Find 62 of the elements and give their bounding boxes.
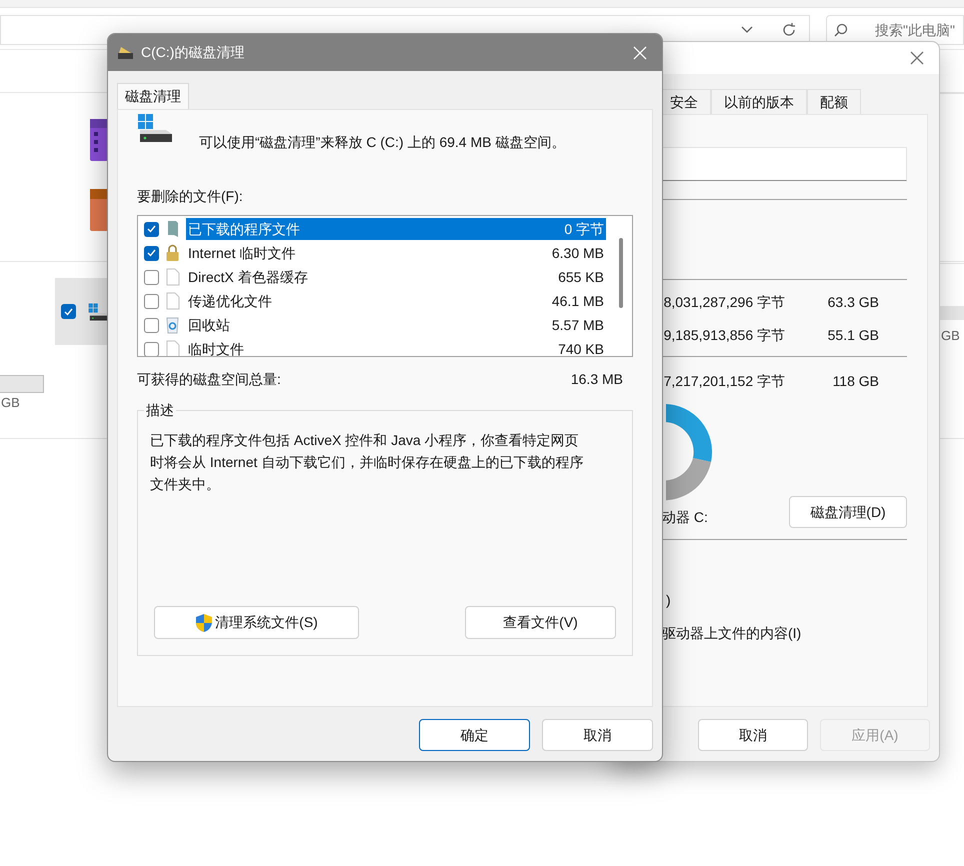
check-icon [147, 225, 156, 233]
size-value: 55.1 GB [826, 326, 879, 345]
video-folder-icon [88, 119, 108, 161]
intro-text: 可以使用“磁盘清理”来释放 C (C:) 上的 69.4 MB 磁盘空间。 [199, 133, 566, 152]
checkbox[interactable] [144, 270, 159, 284]
file-icon [166, 340, 180, 356]
refresh-icon[interactable] [781, 22, 797, 38]
checkbox[interactable] [144, 222, 159, 236]
music-folder-icon [88, 189, 108, 231]
file-list-item[interactable]: 临时文件 740 KB [186, 338, 606, 356]
search-icon [834, 22, 848, 36]
padlock-icon [165, 244, 180, 262]
capacity-bar [0, 375, 44, 393]
byte-count: 9,185,913,856 字节 [662, 326, 785, 345]
check-icon [147, 249, 156, 257]
file-list-item[interactable]: 传递优化文件 46.1 MB [186, 290, 606, 312]
option-label: ) [666, 591, 671, 610]
shield-icon [195, 612, 214, 632]
capacity-bar [940, 306, 964, 320]
checkbox[interactable] [144, 318, 159, 332]
file-list-item[interactable]: DirectX 着色器缓存 655 KB [186, 266, 606, 288]
total-label: 可获得的磁盘空间总量: [137, 370, 281, 389]
disk-broom-icon [117, 46, 135, 60]
checkbox[interactable] [144, 342, 159, 356]
drive-label: 动器 C: [662, 508, 708, 527]
file-icon [166, 292, 180, 310]
dialog-button[interactable]: 取消 [698, 719, 808, 751]
tab[interactable]: 磁盘清理 [117, 83, 189, 109]
size-value: 63.3 GB [826, 293, 879, 312]
scrollbar-thumb[interactable] [619, 238, 623, 308]
drive-size: GB [1, 395, 20, 411]
tab[interactable]: 配额 [807, 89, 861, 114]
file-list-item[interactable]: Internet 临时文件 6.30 MB [186, 242, 606, 264]
check-icon [64, 308, 73, 316]
checkbox[interactable] [61, 304, 76, 319]
drive-icon [137, 113, 173, 143]
recycle-bin-icon [165, 316, 180, 334]
close-icon[interactable] [910, 51, 924, 65]
byte-count: 7,217,201,152 字节 [662, 372, 785, 391]
chevron-down-icon[interactable] [741, 26, 753, 34]
window-title: C(C:)的磁盘清理 [141, 43, 246, 62]
drive-size: GB [941, 327, 960, 345]
action-button[interactable]: 查看文件(V) [465, 606, 616, 639]
checkbox[interactable] [144, 246, 159, 260]
action-button[interactable]: 清理系统文件(S) [154, 606, 359, 639]
file-icon [166, 268, 180, 286]
disk-cleanup-button[interactable]: 磁盘清理(D) [789, 496, 907, 528]
file-list[interactable]: 已下载的程序文件 0 字节 Internet 临时文件 6.30 MB DirectX 着色器缓存 655 KB 传递优化文件 46.1 MB 回收站 5.57 MB 临时文件 740 KB [137, 215, 633, 357]
total-value: 16.3 MB [570, 370, 623, 389]
search-field[interactable]: 搜索"此电脑" [826, 14, 964, 44]
description-text: 已下载的程序文件包括 ActiveX 控件和 Java 小程序，你查看特定网页时将会从 Internet 自动下载它们，并临时保存在硬盘上的已下载的程序文件夹中。 [150, 431, 584, 494]
checkbox[interactable] [144, 294, 159, 308]
size-value: 118 GB [832, 372, 879, 391]
dialog-button[interactable]: 确定 [419, 719, 530, 751]
option-label: 驱动器上文件的内容(I) [662, 624, 802, 643]
tab[interactable]: 以前的版本 [711, 89, 807, 114]
dialog-button[interactable]: 取消 [542, 719, 653, 751]
list-label: 要删除的文件(F): [137, 187, 243, 206]
file-list-item[interactable]: 已下载的程序文件 0 字节 [186, 218, 606, 240]
file-list-item[interactable]: 回收站 5.57 MB [186, 314, 606, 336]
byte-count: 8,031,287,296 字节 [662, 293, 785, 312]
program-folder-icon [166, 220, 180, 238]
